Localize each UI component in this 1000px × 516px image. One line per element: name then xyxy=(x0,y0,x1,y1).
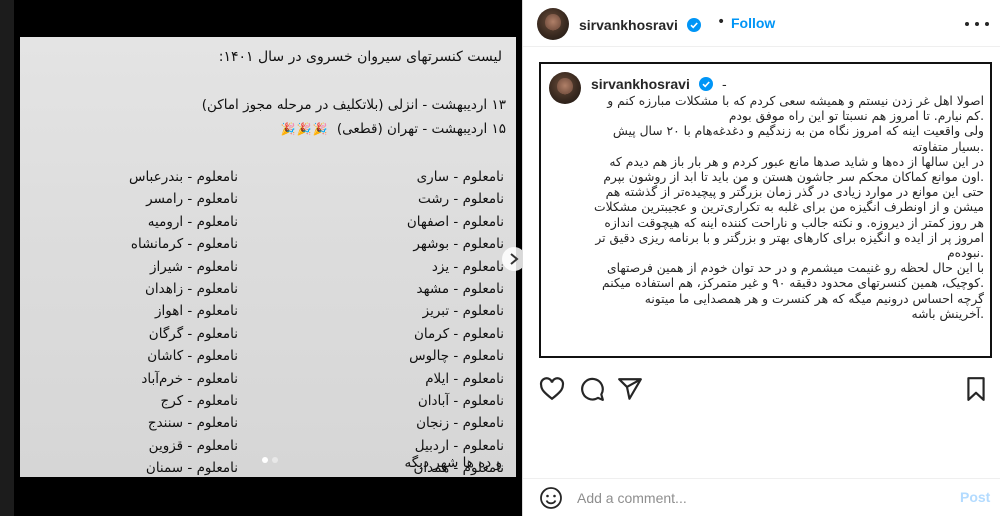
image-line-2: ۱۵ اردیبهشت - تهران (قطعی) 🎉🎉🎉 xyxy=(281,121,506,137)
caption-line: .اون موانع کماکان محکم سر جاشون هستن و م… xyxy=(603,170,984,185)
caption-user: sirvankhosravi - xyxy=(591,74,727,93)
caption-line: ولی واقعیت اینه که امروز نگاه من به زندگ… xyxy=(612,124,984,139)
left-edge xyxy=(0,0,14,516)
caption-line: .کم نیارم. تا امروز هم نسبتا تو این راه … xyxy=(728,109,984,124)
username-link[interactable]: sirvankhosravi xyxy=(579,17,678,33)
caption-line: اصولا اهل غر زدن نیستم و همیشه سعی کردم … xyxy=(607,94,984,108)
post-comment-button[interactable]: Post xyxy=(960,489,990,505)
post-header: sirvankhosravi • Follow xyxy=(523,0,1000,47)
post-media: لیست کنسرتهای سیروان خسروی در سال ۱۴۰۱: … xyxy=(14,0,526,516)
carousel-indicator xyxy=(262,457,278,463)
city-item: نامعلوم - کرمانشاه xyxy=(130,236,238,253)
city-item: نامعلوم - ساری xyxy=(416,169,504,185)
caption-line: .آخرینش باشه xyxy=(911,306,985,321)
image-footer: و ده ها شهر دیگه xyxy=(404,455,502,471)
verified-badge-icon xyxy=(686,18,701,32)
city-item: نامعلوم - ایلام xyxy=(425,370,504,387)
separator-dot: • xyxy=(717,14,726,30)
city-item: نامعلوم - بندرعباس xyxy=(128,169,238,185)
caption-text: اصولا اهل غر زدن نیستم و همیشه سعی کردم … xyxy=(549,94,984,322)
carousel-dot xyxy=(272,457,278,463)
caption-line: با این حال لحظه رو غنیمت میشمرم و در حد … xyxy=(607,261,984,276)
caption-dash: - xyxy=(722,78,727,93)
carousel-dot xyxy=(262,457,268,463)
city-item: نامعلوم - یزد xyxy=(431,258,504,275)
image-line-1: ۱۳ اردیبهشت - انزلی (بلاتکلیف در مرحله م… xyxy=(201,97,506,113)
city-item: نامعلوم - سمنان xyxy=(145,460,238,477)
image-line-2-text: ۱۵ اردیبهشت - تهران (قطعی) xyxy=(336,121,506,137)
caption-line: .بسیار متفاوته xyxy=(912,139,984,154)
city-item: نامعلوم - شیراز xyxy=(150,258,238,275)
city-item: نامعلوم - مشهد xyxy=(416,280,504,297)
party-emoji: 🎉🎉🎉 xyxy=(280,122,329,136)
post-image[interactable]: لیست کنسرتهای سیروان خسروی در سال ۱۴۰۱: … xyxy=(20,37,516,477)
city-item: نامعلوم - گرگان xyxy=(148,325,238,342)
city-item: نامعلوم - بوشهر xyxy=(413,236,504,253)
city-item: نامعلوم - زنجان xyxy=(416,415,504,432)
caption-line: حتی این موانع در موارد زیادی در گذر زمان… xyxy=(605,185,984,200)
city-item: نامعلوم - ارومیه xyxy=(147,213,238,230)
image-title: لیست کنسرتهای سیروان خسروی در سال ۱۴۰۱: xyxy=(218,49,502,65)
chevron-right-icon xyxy=(510,253,519,265)
city-list-right: نامعلوم - ساری نامعلوم - رشت نامعلوم - اصف… xyxy=(344,169,504,477)
city-item: نامعلوم - تبریز xyxy=(422,303,504,320)
caption-line: .نبوده‌م xyxy=(947,246,984,261)
bookmark-icon[interactable] xyxy=(963,376,989,402)
caption-line: در این سالها از ده‌ها و شاید صدها مانع ع… xyxy=(609,154,984,169)
comment-bar: Post xyxy=(523,478,1000,516)
caption-line: میشن و از اونطرف انگیزه من برای غلبه به … xyxy=(594,200,984,215)
city-item: نامعلوم - رشت xyxy=(418,191,504,208)
city-item: نامعلوم - چالوس xyxy=(409,348,504,365)
caption-line: هر روز کمتر از دیروزه. و نکته جالب و نار… xyxy=(604,215,984,230)
caption-line: گرچه احساس درونیم میگه که هر کنسرت و هر … xyxy=(644,291,984,306)
emoji-icon[interactable] xyxy=(539,486,563,510)
city-item: نامعلوم - خرم‌آباد xyxy=(141,370,238,387)
city-item: نامعلوم - قزوین xyxy=(148,437,238,454)
city-item: نامعلوم - اهواز xyxy=(155,303,238,320)
comment-input[interactable] xyxy=(577,488,937,508)
post-panel: sirvankhosravi • Follow sirvankhosravi -… xyxy=(522,0,1000,516)
city-item: نامعلوم - رامسر xyxy=(146,191,238,208)
caption-username-link[interactable]: sirvankhosravi xyxy=(591,76,690,92)
heart-icon[interactable] xyxy=(539,376,565,402)
follow-button[interactable]: Follow xyxy=(731,15,775,31)
share-icon[interactable] xyxy=(617,376,643,402)
city-item: نامعلوم - کرج xyxy=(160,392,238,409)
header-user: sirvankhosravi xyxy=(579,15,701,34)
city-item: نامعلوم - کرمان xyxy=(413,325,504,342)
city-item: نامعلوم - آبادان xyxy=(417,392,504,409)
city-item: نامعلوم - سنندج xyxy=(147,415,238,432)
avatar[interactable] xyxy=(537,8,569,40)
verified-badge-icon xyxy=(698,77,713,91)
comment-icon[interactable] xyxy=(579,376,605,402)
caption-line: امروز پر از ایده و انگیزه برای کارهای به… xyxy=(595,230,984,245)
city-item: نامعلوم - کاشان xyxy=(147,348,238,365)
caption-line: .کوچیک، همین کنسرتهای محدود دقیقه ۹۰ و غ… xyxy=(602,276,984,291)
action-bar xyxy=(523,372,1000,412)
city-item: نامعلوم - اصفهان xyxy=(406,213,504,230)
more-options-icon[interactable] xyxy=(965,14,989,34)
caption: sirvankhosravi - اصولا اهل غر زدن نیستم … xyxy=(539,62,992,358)
city-list-left: نامعلوم - بندرعباس نامعلوم - رامسر نامعلوم… xyxy=(78,169,238,477)
city-item: نامعلوم - زاهدان xyxy=(144,280,238,297)
